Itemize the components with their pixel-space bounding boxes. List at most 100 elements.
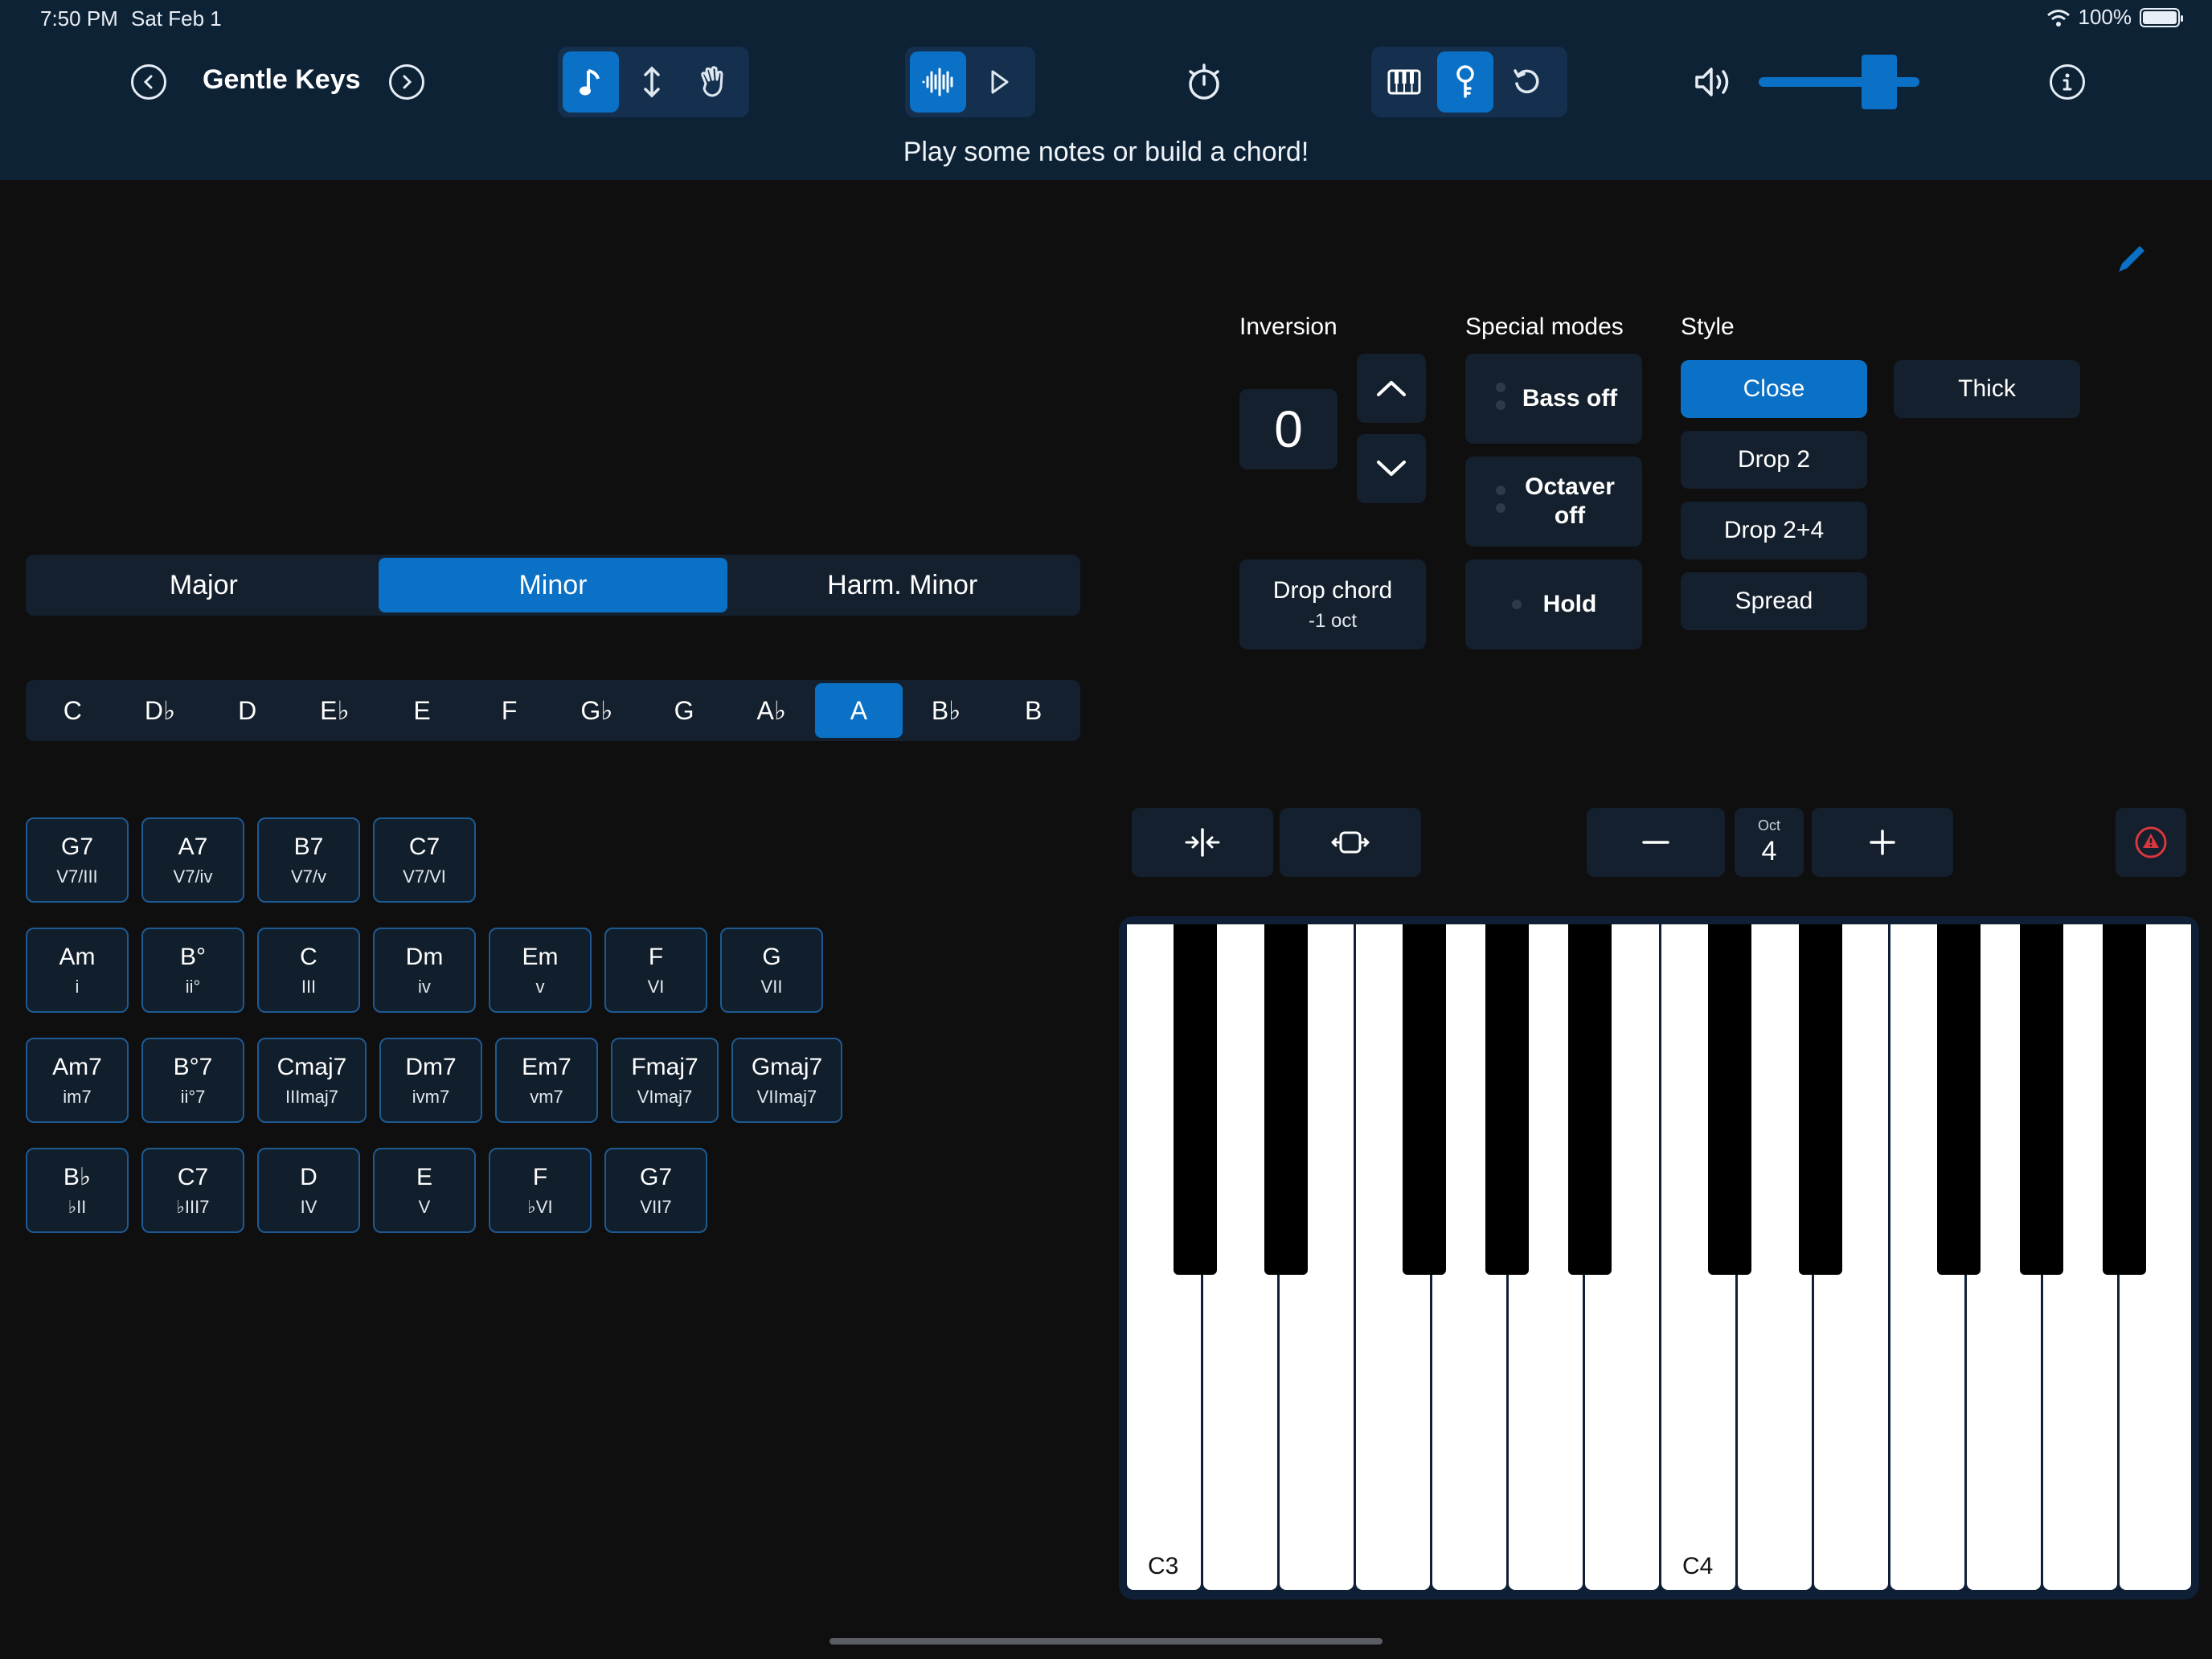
black-key[interactable] (1403, 924, 1446, 1275)
black-key[interactable] (1485, 924, 1529, 1275)
status-date: Sat Feb 1 (131, 6, 222, 31)
mode-harmonic-minor[interactable]: Harm. Minor (727, 558, 1077, 612)
chord-button[interactable]: B♭ ♭II (26, 1148, 129, 1233)
edit-button[interactable] (2114, 241, 2149, 281)
special-modes-label: Special modes (1465, 313, 1624, 340)
chord-button[interactable]: C7 ♭III7 (141, 1148, 244, 1233)
chord-button[interactable]: Fmaj7 VImaj7 (611, 1038, 719, 1123)
chord-function: V7/v (290, 866, 327, 887)
chord-button[interactable]: F VI (604, 928, 707, 1013)
compress-keys-button[interactable] (1132, 808, 1273, 877)
mode-minor[interactable]: Minor (378, 558, 728, 612)
inversion-up-button[interactable] (1357, 354, 1426, 423)
octaver-toggle[interactable]: Octaver off (1465, 457, 1642, 547)
chord-button[interactable]: C III (257, 928, 360, 1013)
chord-button[interactable]: A7 V7/iv (141, 817, 244, 903)
chord-button[interactable]: G VII (720, 928, 823, 1013)
key-a-flat[interactable]: A♭ (727, 683, 815, 738)
panic-button[interactable] (2116, 808, 2186, 877)
chord-button[interactable]: Dm7 ivm7 (379, 1038, 482, 1123)
style-drop2-button[interactable]: Drop 2 (1681, 431, 1867, 489)
key-f[interactable]: F (465, 683, 553, 738)
key-e-flat[interactable]: E♭ (291, 683, 379, 738)
info-icon (2062, 73, 2072, 91)
black-key[interactable] (2103, 924, 2146, 1275)
chord-name: B°7 (173, 1054, 213, 1080)
chord-button[interactable]: B7 V7/v (257, 817, 360, 903)
minus-icon (1642, 841, 1669, 844)
chord-button[interactable]: B° ii° (141, 928, 244, 1013)
key-b-flat[interactable]: B♭ (903, 683, 990, 738)
volume-slider-thumb[interactable] (1862, 55, 1897, 109)
octave-up-button[interactable] (1812, 808, 1953, 877)
chord-name: Am7 (52, 1054, 102, 1080)
key-g[interactable]: G (641, 683, 728, 738)
bass-toggle[interactable]: Bass off (1465, 354, 1642, 444)
play-button[interactable] (971, 51, 1027, 113)
black-key[interactable] (2020, 924, 2063, 1275)
key-g-flat[interactable]: G♭ (553, 683, 641, 738)
next-preset-button[interactable] (389, 64, 424, 100)
style-thick-button[interactable]: Thick (1894, 360, 2080, 418)
hold-toggle[interactable]: Hold (1465, 559, 1642, 649)
chord-button[interactable]: G7 VII7 (604, 1148, 707, 1233)
black-key[interactable] (1799, 924, 1842, 1275)
preset-title: Gentle Keys (203, 64, 361, 95)
key-b[interactable]: B (989, 683, 1077, 738)
black-key[interactable] (1174, 924, 1217, 1275)
expand-keys-button[interactable] (1280, 808, 1421, 877)
volume-button[interactable] (1691, 58, 1739, 106)
note-mode-button[interactable] (563, 51, 619, 113)
plus-icon (1870, 830, 1895, 855)
chord-button[interactable]: Em v (489, 928, 592, 1013)
reset-button[interactable] (1498, 51, 1555, 113)
octave-down-button[interactable] (1587, 808, 1725, 877)
black-key[interactable] (1264, 924, 1308, 1275)
chord-button[interactable]: D IV (257, 1148, 360, 1233)
chord-button[interactable]: Em7 vm7 (495, 1038, 598, 1123)
chord-function: ♭III7 (176, 1197, 210, 1217)
keyboard-tools-group (1371, 47, 1567, 117)
chord-button[interactable]: C7 V7/VI (373, 817, 476, 903)
inversion-down-button[interactable] (1357, 434, 1426, 503)
drop-chord-button[interactable]: Drop chord -1 oct (1239, 559, 1426, 649)
piano-keyboard: C3 C4 (1119, 916, 2199, 1600)
chord-button[interactable]: EV (373, 1148, 476, 1233)
warning-icon (2135, 826, 2167, 858)
key-e[interactable]: E (379, 683, 466, 738)
gesture-mode-button[interactable] (685, 51, 741, 113)
style-drop24-button[interactable]: Drop 2+4 (1681, 502, 1867, 559)
chord-button[interactable]: Cmaj7 IIImaj7 (257, 1038, 367, 1123)
octaver-label: Octaver off (1525, 473, 1615, 529)
chord-button[interactable]: F ♭VI (489, 1148, 592, 1233)
key-c[interactable]: C (29, 683, 117, 738)
chord-function: iv (418, 977, 431, 997)
chord-button[interactable]: B°7 ii°7 (141, 1038, 244, 1123)
chord-button[interactable]: Dm iv (373, 928, 476, 1013)
chord-name: Em7 (522, 1054, 571, 1080)
play-icon (991, 70, 1009, 94)
black-key[interactable] (1568, 924, 1612, 1275)
black-key[interactable] (1937, 924, 1981, 1275)
key-lock-button[interactable] (1437, 51, 1493, 113)
prev-preset-button[interactable] (131, 64, 166, 100)
chord-button[interactable]: G7 V7/III (26, 817, 129, 903)
key-d[interactable]: D (203, 683, 291, 738)
chord-name: Em (522, 944, 559, 970)
chord-button[interactable]: Am i (26, 928, 129, 1013)
key-a[interactable]: A (815, 683, 903, 738)
metronome-button[interactable] (1180, 58, 1228, 106)
sound-button[interactable] (910, 51, 966, 113)
mode-major[interactable]: Major (29, 558, 379, 612)
black-key[interactable] (1708, 924, 1751, 1275)
info-button[interactable] (2050, 64, 2085, 100)
compress-horizontal-icon (1185, 828, 1220, 857)
key-d-flat[interactable]: D♭ (117, 683, 204, 738)
strum-mode-button[interactable] (624, 51, 680, 113)
style-label: Style (1681, 313, 1735, 340)
piano-view-button[interactable] (1376, 51, 1432, 113)
chord-button[interactable]: Gmaj7 VIImaj7 (731, 1038, 842, 1123)
chord-button[interactable]: Am7 im7 (26, 1038, 129, 1123)
style-close-button[interactable]: Close (1681, 360, 1867, 418)
style-spread-button[interactable]: Spread (1681, 572, 1867, 630)
